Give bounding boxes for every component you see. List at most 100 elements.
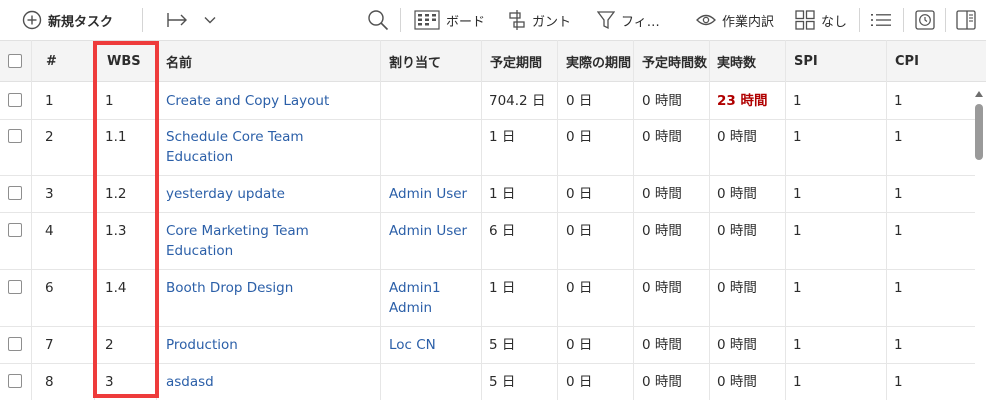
row-checkbox[interactable] [8,374,22,388]
timer-icon [915,10,935,30]
assignment-link[interactable]: Admin User [389,184,467,204]
actual-duration-cell: 0 日 [566,223,593,239]
row-number: 3 [45,186,54,202]
move-arrow-icon [166,10,190,30]
column-header-number[interactable]: # [46,41,57,81]
spi-cell: 1 [793,223,802,239]
filter-icon [597,10,615,30]
vertical-scrollbar[interactable] [972,88,986,400]
cpi-cell: 1 [894,186,903,202]
timer-button[interactable] [915,0,935,40]
toolbar-divider [945,8,946,32]
toolbar-divider [400,8,401,32]
row-checkbox[interactable] [8,280,22,294]
task-name-link[interactable]: Core Marketing Team [166,221,309,241]
row-checkbox[interactable] [8,93,22,107]
row-checkbox[interactable] [8,186,22,200]
scrollbar-thumb[interactable] [975,104,983,160]
list-icon [870,12,892,28]
list-view-button[interactable] [870,0,892,40]
spi-cell: 1 [793,280,802,296]
breakdown-button[interactable]: 作業内訳 [696,0,774,40]
planned-duration-cell: 704.2 日 [489,93,546,109]
grid-icon [795,10,815,30]
row-checkbox[interactable] [8,129,22,143]
spi-cell: 1 [793,374,802,390]
actual-hours-cell: 0 時間 [717,129,757,145]
actual-hours-cell: 0 時間 [717,337,757,353]
column-divider [380,40,381,400]
gantt-view-button[interactable]: ガント [508,0,571,40]
move-menu-button[interactable] [166,0,216,40]
row-number: 1 [45,93,54,109]
column-divider [557,40,558,400]
column-divider [31,40,32,400]
assignment-link-line2[interactable]: Admin [389,298,432,318]
wbs-column-highlight [93,41,159,398]
actual-duration-cell: 0 日 [566,374,593,390]
task-name-link[interactable]: asdasd [166,372,214,392]
task-name-link-line2[interactable]: Education [166,241,233,261]
planned-hours-cell: 0 時間 [642,337,682,353]
cpi-cell: 1 [894,280,903,296]
task-name-link[interactable]: Production [166,335,238,355]
actual-hours-cell: 0 時間 [717,223,757,239]
eye-icon [696,13,716,27]
toolbar: 新規タスク ボード ガント フィ… 作業内訳 なし [0,0,986,40]
column-divider [785,40,786,400]
planned-hours-cell: 0 時間 [642,93,682,109]
add-circle-icon [22,10,42,30]
actual-hours-cell: 0 時間 [717,280,757,296]
actual-hours-cell: 0 時間 [717,186,757,202]
column-header-actual-hours[interactable]: 実時数 [717,41,756,81]
column-header-spi[interactable]: SPI [794,41,818,81]
column-header-cpi[interactable]: CPI [895,41,919,81]
column-header-planned-duration[interactable]: 予定期間 [490,41,542,81]
assignment-link[interactable]: Admin User [389,221,467,241]
column-header-actual-duration[interactable]: 実際の期間 [566,41,631,81]
task-name-link-line2[interactable]: Education [166,147,233,167]
row-number: 8 [45,374,54,390]
search-button[interactable] [367,0,389,40]
planned-hours-cell: 0 時間 [642,186,682,202]
board-label: ボード [446,14,486,30]
cpi-cell: 1 [894,93,903,109]
filter-button[interactable]: フィ… [597,0,660,40]
scroll-up-arrow-icon[interactable] [975,91,983,97]
board-view-button[interactable]: ボード [414,0,485,40]
planned-hours-cell: 0 時間 [642,223,682,239]
spi-cell: 1 [793,93,802,109]
task-name-link[interactable]: Create and Copy Layout [166,91,329,111]
toolbar-divider [142,8,143,32]
task-name-link[interactable]: Booth Drop Design [166,278,293,298]
board-icon [414,10,440,30]
actual-duration-cell: 0 日 [566,337,593,353]
new-task-button[interactable]: 新規タスク [22,0,113,40]
row-checkbox[interactable] [8,337,22,351]
task-name-link[interactable]: Schedule Core Team [166,127,304,147]
actual-hours-cell: 0 時間 [717,374,757,390]
grouping-label: なし [821,14,848,30]
planned-duration-cell: 1 日 [489,129,516,145]
chevron-down-icon [204,16,216,24]
task-name-link[interactable]: yesterday update [166,184,285,204]
spi-cell: 1 [793,337,802,353]
column-header-name[interactable]: 名前 [166,41,192,81]
column-header-assignments[interactable]: 割り当て [389,41,441,81]
grouping-button[interactable]: なし [795,0,847,40]
actual-duration-cell: 0 日 [566,93,593,109]
actual-duration-cell: 0 日 [566,186,593,202]
toolbar-divider [859,8,860,32]
toolbar-divider [903,8,904,32]
row-checkbox[interactable] [8,223,22,237]
select-all-checkbox[interactable] [8,54,22,68]
cpi-cell: 1 [894,223,903,239]
side-panel-icon [956,10,976,30]
panel-toggle-button[interactable] [956,0,976,40]
column-header-planned-hours[interactable]: 予定時間数 [642,41,707,81]
column-divider [709,40,710,400]
assignment-link[interactable]: Loc CN [389,335,436,355]
assignment-link[interactable]: Admin1 [389,278,441,298]
planned-duration-cell: 5 日 [489,374,516,390]
actual-hours-cell: 23 時間 [717,93,768,109]
